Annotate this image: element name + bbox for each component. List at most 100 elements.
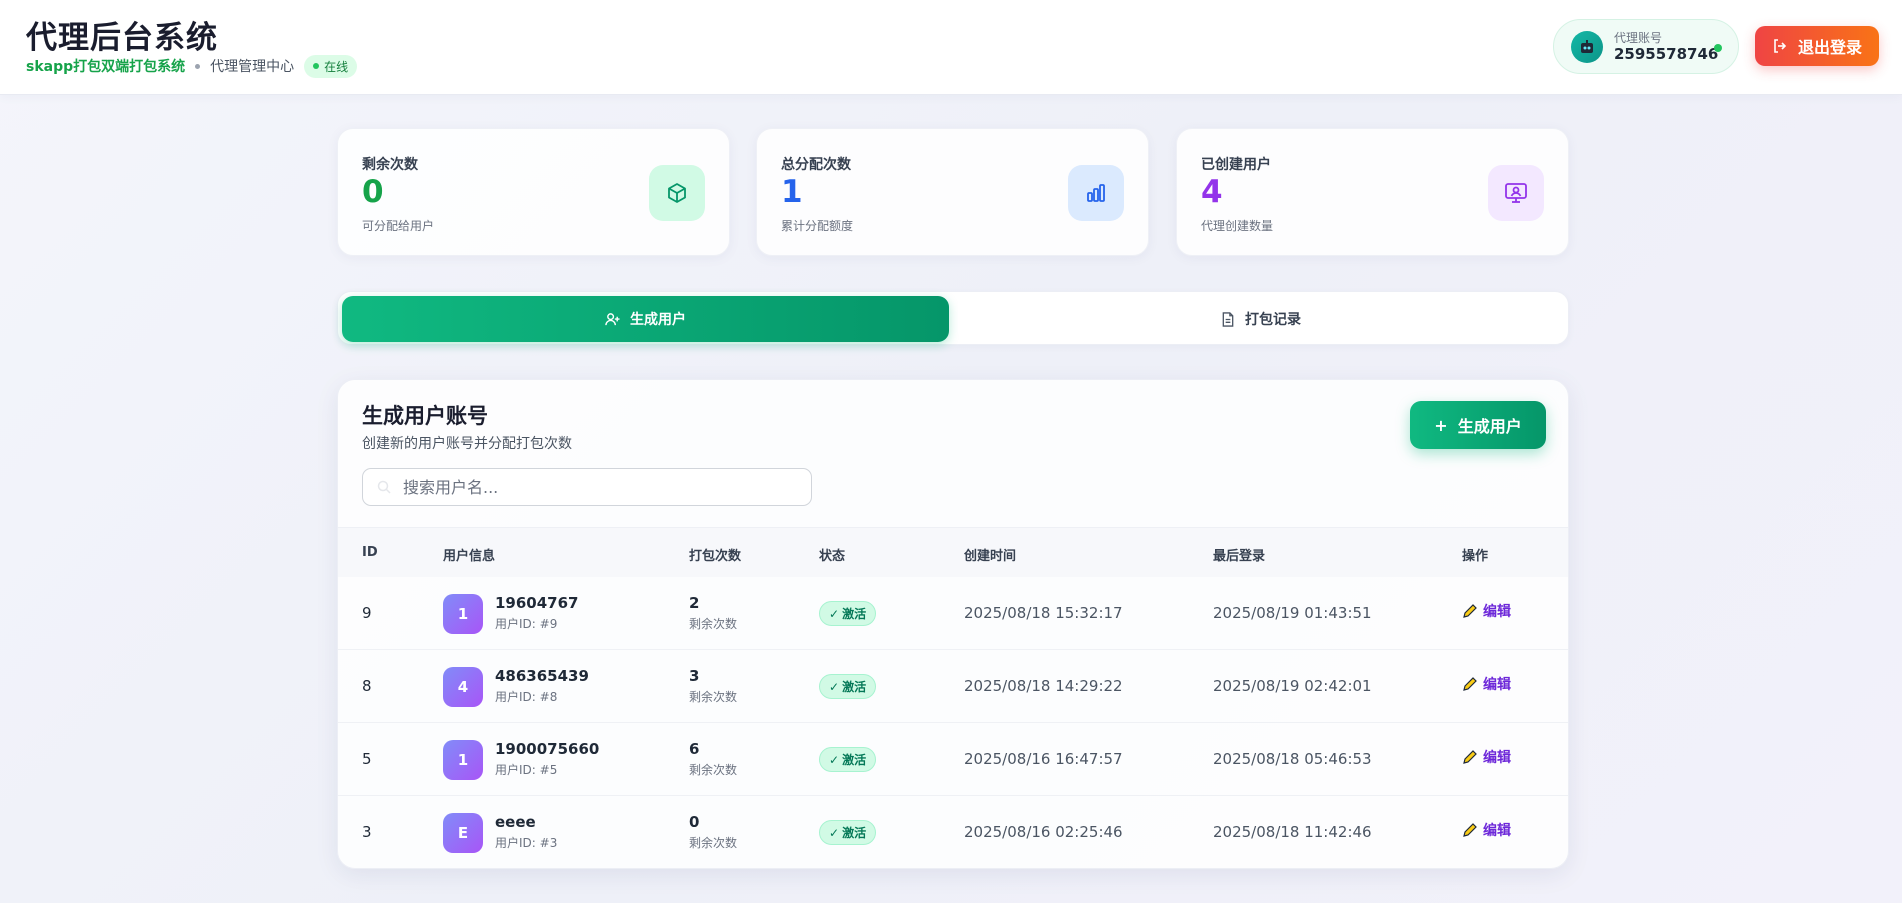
- user-avatar: E: [443, 813, 483, 853]
- created-time: 2025/08/18 14:29:22: [964, 677, 1123, 695]
- pack-count-label: 剩余次数: [689, 617, 738, 631]
- edit-label: 编辑: [1483, 604, 1511, 620]
- pack-count: 3: [689, 667, 700, 685]
- account-online-dot-icon: [1714, 44, 1722, 52]
- th-user-info: 用户信息: [443, 549, 496, 564]
- stat-label: 已创建用户: [1201, 157, 1271, 173]
- logout-button[interactable]: 退出登录: [1755, 26, 1879, 66]
- edit-button[interactable]: 编辑: [1462, 601, 1511, 621]
- search-input[interactable]: [403, 469, 803, 505]
- user-name: eeee: [495, 813, 536, 831]
- tab-generate-user[interactable]: 生成用户: [342, 296, 949, 342]
- stat-desc: 可分配给用户: [362, 219, 435, 233]
- search-icon: [377, 480, 391, 494]
- logout-label: 退出登录: [1797, 38, 1862, 57]
- user-name: 19604767: [495, 594, 579, 612]
- user-name: 486365439: [495, 667, 589, 685]
- pack-count-label: 剩余次数: [689, 836, 738, 850]
- check-icon: ✓: [829, 825, 840, 840]
- user-avatar: 1: [443, 740, 483, 780]
- stat-card-total-allocated: 总分配次数 1 累计分配额度: [756, 128, 1149, 256]
- bar-chart-icon: [1068, 165, 1124, 221]
- user-plus-icon: [605, 312, 620, 325]
- row-id: 9: [362, 604, 372, 622]
- created-time: 2025/08/16 02:25:46: [964, 823, 1123, 841]
- top-header: 代理后台系统 skapp打包双端打包系统 代理管理中心 在线 代理账号 2595…: [0, 0, 1902, 95]
- page-title: 代理后台系统: [26, 20, 218, 56]
- stat-value: 4: [1201, 174, 1223, 210]
- table-row: 9 1 19604767 用户ID: #9 2 剩余次数 ✓ 激活 2025/0…: [338, 577, 1568, 650]
- pack-count: 6: [689, 740, 700, 758]
- stat-value: 1: [781, 174, 803, 210]
- th-pack-count: 打包次数: [689, 549, 742, 564]
- app-name: skapp打包双端打包系统: [26, 59, 186, 75]
- created-time: 2025/08/18 15:32:17: [964, 604, 1123, 622]
- table-row: 8 4 486365439 用户ID: #8 3 剩余次数 ✓ 激活 2025/…: [338, 650, 1568, 723]
- account-avatar: [1571, 31, 1603, 63]
- row-id: 3: [362, 823, 372, 841]
- table-row: 3 E eeee 用户ID: #3 0 剩余次数 ✓ 激活 2025/08/16…: [338, 796, 1568, 868]
- online-dot-icon: [313, 63, 320, 69]
- tab-generate-label: 生成用户: [630, 312, 686, 328]
- last-login-time: 2025/08/19 02:42:01: [1213, 677, 1372, 695]
- check-icon: ✓: [829, 679, 840, 694]
- panel-title: 生成用户账号: [362, 404, 488, 428]
- cube-icon: [649, 165, 705, 221]
- pack-count: 2: [689, 594, 700, 612]
- stat-label: 总分配次数: [781, 157, 851, 173]
- th-action: 操作: [1462, 549, 1489, 564]
- th-created: 创建时间: [964, 549, 1017, 564]
- th-status: 状态: [819, 549, 846, 564]
- stat-desc: 代理创建数量: [1201, 219, 1274, 233]
- stat-desc: 累计分配额度: [781, 219, 854, 233]
- user-panel: 生成用户账号 创建新的用户账号并分配打包次数 + 生成用户 ID 用户信息 打包…: [337, 379, 1569, 869]
- last-login-time: 2025/08/18 11:42:46: [1213, 823, 1372, 841]
- tab-pack-records[interactable]: 打包记录: [958, 296, 1564, 342]
- center-name: 代理管理中心: [210, 59, 295, 75]
- user-avatar: 4: [443, 667, 483, 707]
- generate-user-button[interactable]: + 生成用户: [1410, 401, 1546, 449]
- online-label: 在线: [324, 59, 349, 74]
- pack-count-label: 剩余次数: [689, 690, 738, 704]
- tab-records-label: 打包记录: [1245, 312, 1301, 328]
- edit-button[interactable]: 编辑: [1462, 820, 1511, 840]
- edit-button[interactable]: 编辑: [1462, 674, 1511, 694]
- edit-label: 编辑: [1483, 677, 1511, 693]
- status-badge: ✓ 激活: [819, 747, 877, 772]
- status-label: 激活: [842, 607, 867, 621]
- account-value: 2595578746: [1614, 45, 1719, 63]
- tab-bar: 生成用户 打包记录: [337, 291, 1569, 345]
- online-status-badge: 在线: [304, 54, 358, 78]
- edit-button[interactable]: 编辑: [1462, 747, 1511, 767]
- status-label: 激活: [842, 680, 867, 694]
- user-id: 用户ID: #3: [495, 836, 558, 850]
- status-badge: ✓ 激活: [819, 601, 877, 626]
- monitor-user-icon: [1488, 165, 1544, 221]
- table-header: ID 用户信息 打包次数 状态 创建时间 最后登录 操作: [338, 527, 1568, 577]
- pencil-icon: [1463, 750, 1477, 764]
- stat-value: 0: [362, 174, 384, 210]
- stat-label: 剩余次数: [362, 157, 418, 173]
- last-login-time: 2025/08/18 05:46:53: [1213, 750, 1372, 768]
- created-time: 2025/08/16 16:47:57: [964, 750, 1123, 768]
- th-id: ID: [362, 545, 378, 560]
- generate-user-label: 生成用户: [1457, 417, 1522, 436]
- pencil-icon: [1463, 823, 1477, 837]
- stat-card-created-users: 已创建用户 4 代理创建数量: [1176, 128, 1569, 256]
- account-info[interactable]: 代理账号 2595578746: [1553, 19, 1739, 74]
- last-login-time: 2025/08/19 01:43:51: [1213, 604, 1372, 622]
- user-id: 用户ID: #8: [495, 690, 558, 704]
- status-label: 激活: [842, 826, 867, 840]
- pencil-icon: [1463, 677, 1477, 691]
- row-id: 5: [362, 750, 372, 768]
- plus-icon: +: [1434, 415, 1448, 435]
- brand-subtitle: skapp打包双端打包系统 代理管理中心 在线: [26, 54, 358, 78]
- search-box: [362, 468, 812, 506]
- status-label: 激活: [842, 753, 867, 767]
- logout-icon: [1774, 39, 1787, 53]
- edit-label: 编辑: [1483, 750, 1511, 766]
- user-name: 1900075660: [495, 740, 600, 758]
- row-id: 8: [362, 677, 372, 695]
- user-id: 用户ID: #5: [495, 763, 558, 777]
- status-badge: ✓ 激活: [819, 820, 877, 845]
